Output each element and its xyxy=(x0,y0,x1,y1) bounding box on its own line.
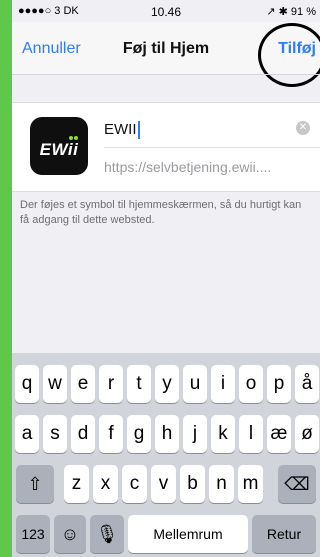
numbers-key[interactable]: 123 xyxy=(16,515,50,553)
url-field: https://selvbetjening.ewii.... xyxy=(104,159,272,175)
return-key[interactable]: Retur xyxy=(252,515,316,553)
key-b[interactable]: b xyxy=(180,465,205,503)
key-k[interactable]: k xyxy=(211,415,235,453)
key-e[interactable]: e xyxy=(71,365,95,403)
key-o[interactable]: o xyxy=(239,365,263,403)
battery-status: ↗ ✱ 91 % xyxy=(266,6,316,18)
name-input-value: EWII xyxy=(104,121,137,138)
clear-icon[interactable]: ✕ xyxy=(296,121,310,135)
key-s[interactable]: s xyxy=(43,415,67,453)
description-text: Der føjes et symbol til hjemmeskærmen, s… xyxy=(20,199,302,226)
backspace-key[interactable]: ⌫ xyxy=(278,465,316,503)
key-j[interactable]: j xyxy=(183,415,207,453)
key-m[interactable]: m xyxy=(238,465,263,503)
app-icon-label: EWii xyxy=(39,140,79,159)
key-w[interactable]: w xyxy=(43,365,67,403)
phone-screen: ●●●●○ 3 DK 10.46 ↗ ✱ 91 % Annuller Føj t… xyxy=(12,0,320,557)
key-t[interactable]: t xyxy=(127,365,151,403)
text-caret xyxy=(137,121,140,140)
nav-divider xyxy=(12,74,320,75)
key-y[interactable]: y xyxy=(155,365,179,403)
key-h[interactable]: h xyxy=(155,415,179,453)
add-to-home-form: EWii EWII ✕ https://selvbetjening.ewii..… xyxy=(12,102,320,192)
key-u[interactable]: u xyxy=(183,365,207,403)
key-v[interactable]: v xyxy=(151,465,176,503)
key-n[interactable]: n xyxy=(209,465,234,503)
key-c[interactable]: c xyxy=(122,465,147,503)
key-a[interactable]: a xyxy=(15,415,39,453)
key-g[interactable]: g xyxy=(127,415,151,453)
key-d[interactable]: d xyxy=(71,415,95,453)
microphone-icon[interactable]: 🎙 xyxy=(90,515,124,553)
shift-key[interactable]: ⇧ xyxy=(16,465,54,503)
name-input[interactable]: EWII xyxy=(104,121,140,140)
key-r[interactable]: r xyxy=(99,365,123,403)
key-z[interactable]: z xyxy=(64,465,89,503)
key-q[interactable]: q xyxy=(15,365,39,403)
key-æ[interactable]: æ xyxy=(267,415,291,453)
key-p[interactable]: p xyxy=(267,365,291,403)
key-f[interactable]: f xyxy=(99,415,123,453)
key-å[interactable]: å xyxy=(295,365,319,403)
status-bar: ●●●●○ 3 DK 10.46 ↗ ✱ 91 % xyxy=(12,0,320,22)
space-key[interactable]: Mellemrum xyxy=(128,515,248,553)
key-x[interactable]: x xyxy=(93,465,118,503)
key-l[interactable]: l xyxy=(239,415,263,453)
key-ø[interactable]: ø xyxy=(295,415,319,453)
key-i[interactable]: i xyxy=(211,365,235,403)
keyboard: qwertyuiopå asdfghjklæø zxcvbnm ⇧ ⌫ 123 … xyxy=(12,353,320,557)
highlight-circle xyxy=(258,23,320,87)
field-divider xyxy=(104,147,320,148)
logo-dots xyxy=(69,127,79,140)
app-icon: EWii xyxy=(30,117,88,175)
emoji-key[interactable]: ☺ xyxy=(54,515,86,553)
